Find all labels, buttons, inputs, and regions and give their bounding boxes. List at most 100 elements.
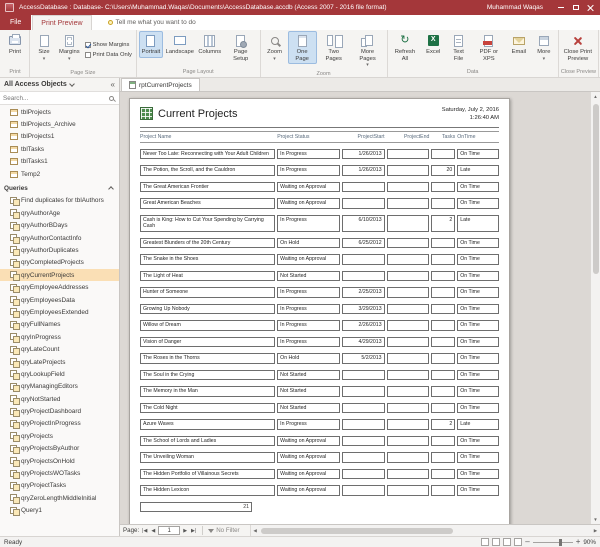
export-pdf-xps-button[interactable]: PDF or XPS bbox=[472, 31, 506, 64]
close-button[interactable] bbox=[583, 0, 598, 15]
nav-object-item[interactable]: qryLookupField bbox=[0, 368, 119, 380]
nav-object-item[interactable]: qryProjectTasks bbox=[0, 480, 119, 492]
file-tab[interactable]: File bbox=[0, 15, 31, 30]
export-text-file-button[interactable]: Text File bbox=[446, 31, 471, 64]
landscape-button[interactable]: Landscape bbox=[164, 31, 196, 58]
nav-object-item[interactable]: qryNotStarted bbox=[0, 393, 119, 405]
export-excel-button[interactable]: Excel bbox=[421, 31, 445, 58]
layout-view-button[interactable] bbox=[503, 538, 511, 546]
zoom-in-button[interactable]: + bbox=[576, 538, 581, 546]
scroll-right-button[interactable] bbox=[591, 528, 600, 534]
ribbon-group-label-print: Print bbox=[3, 68, 27, 77]
horizontal-scrollbar[interactable] bbox=[250, 525, 600, 536]
nav-object-item[interactable]: Queries bbox=[0, 182, 119, 194]
design-view-button[interactable] bbox=[514, 538, 522, 546]
object-icon bbox=[10, 470, 18, 478]
nav-object-item[interactable]: qryAuthorDuplicates bbox=[0, 244, 119, 256]
print-button[interactable]: Print bbox=[3, 31, 27, 58]
print-preview-view-button[interactable] bbox=[492, 538, 500, 546]
zoom-out-button[interactable]: – bbox=[525, 538, 529, 546]
minimize-button[interactable] bbox=[553, 0, 568, 15]
size-button[interactable]: Size bbox=[32, 31, 56, 64]
nav-object-item[interactable]: qryProjectDashboard bbox=[0, 405, 119, 417]
project-name-cell: Great American Beaches bbox=[140, 198, 275, 209]
more-pages-button[interactable]: More Pages bbox=[351, 31, 385, 70]
nav-object-item[interactable]: tblTasks bbox=[0, 143, 119, 155]
nav-object-item[interactable]: qryCurrentProjects bbox=[0, 269, 119, 281]
zoom-percentage[interactable]: 90% bbox=[583, 539, 596, 546]
show-margins-checkbox[interactable]: Show Margins bbox=[85, 42, 132, 48]
nav-object-item[interactable]: qryProjectsOnHold bbox=[0, 455, 119, 467]
nav-object-item[interactable]: qryProjectsWOTasks bbox=[0, 467, 119, 479]
nav-object-item[interactable]: Query1 bbox=[0, 505, 119, 517]
navigation-pane-header[interactable]: All Access Objects « bbox=[0, 78, 119, 92]
page-setup-button[interactable]: Page Setup bbox=[224, 31, 258, 64]
nav-object-item[interactable]: qryFullNames bbox=[0, 319, 119, 331]
margins-button[interactable]: Margins bbox=[57, 31, 82, 64]
close-print-preview-button[interactable]: Close Print Preview bbox=[561, 31, 595, 64]
tab-rptcurrentprojects[interactable]: rptCurrentProjects bbox=[121, 78, 200, 91]
portrait-button[interactable]: Portrait bbox=[139, 31, 163, 58]
search-input[interactable] bbox=[3, 95, 107, 102]
previous-page-button[interactable]: ◀ bbox=[150, 528, 156, 534]
next-page-button[interactable]: ▶ bbox=[182, 528, 188, 534]
last-page-button[interactable]: ▶| bbox=[190, 528, 197, 534]
nav-object-item[interactable]: qryInProgress bbox=[0, 331, 119, 343]
maximize-icon bbox=[573, 5, 579, 10]
ribbon-group-data: Refresh All Excel Text File PDF or XPS E… bbox=[388, 30, 559, 77]
more-export-button[interactable]: More bbox=[532, 31, 556, 64]
navigation-object-list: tblProjects tblProjects_Archive tblProje… bbox=[0, 105, 119, 536]
nav-object-item[interactable]: qryCompletedProjects bbox=[0, 257, 119, 269]
zoom-button[interactable]: Zoom bbox=[263, 31, 287, 64]
one-page-button[interactable]: One Page bbox=[288, 31, 317, 64]
two-pages-button[interactable]: Two Pages bbox=[318, 31, 350, 64]
nav-object-item[interactable]: qryZeroLengthMiddleInitial bbox=[0, 492, 119, 504]
nav-object-item[interactable]: qryProjectInProgress bbox=[0, 418, 119, 430]
nav-object-item[interactable]: tblTasks1 bbox=[0, 156, 119, 168]
nav-object-item[interactable]: qryManagingEditors bbox=[0, 381, 119, 393]
nav-object-item[interactable]: qryAuthorContactInfo bbox=[0, 232, 119, 244]
nav-object-item[interactable]: Find duplicates for tblAuthors bbox=[0, 195, 119, 207]
current-page-input[interactable]: 1 bbox=[158, 526, 180, 535]
zoom-slider[interactable] bbox=[533, 542, 573, 543]
nav-object-item[interactable]: tblProjects_Archive bbox=[0, 118, 119, 130]
scroll-left-button[interactable] bbox=[251, 528, 260, 534]
shutter-bar-icon[interactable]: « bbox=[111, 80, 115, 89]
nav-object-item[interactable]: tblProjects bbox=[0, 106, 119, 118]
nav-object-item[interactable]: qryEmployeesExtended bbox=[0, 306, 119, 318]
maximize-button[interactable] bbox=[568, 0, 583, 15]
refresh-all-button[interactable]: Refresh All bbox=[390, 31, 421, 64]
vertical-scrollbar[interactable] bbox=[590, 92, 600, 524]
nav-object-item[interactable]: qryAuthorAge bbox=[0, 207, 119, 219]
scroll-up-button[interactable] bbox=[591, 92, 600, 101]
nav-object-item[interactable]: qryLateCount bbox=[0, 343, 119, 355]
project-status-cell: In Progress bbox=[277, 304, 340, 315]
object-icon bbox=[10, 494, 18, 502]
nav-object-item[interactable]: qryEmployeesData bbox=[0, 294, 119, 306]
zoom-slider-thumb[interactable] bbox=[559, 539, 562, 546]
report-view-button[interactable] bbox=[481, 538, 489, 546]
vertical-scroll-thumb[interactable] bbox=[593, 104, 599, 274]
horizontal-scroll-thumb[interactable] bbox=[261, 528, 453, 534]
tell-me-box[interactable]: Tell me what you want to do bbox=[108, 15, 196, 30]
nav-object-item[interactable]: qryEmployeeAddresses bbox=[0, 281, 119, 293]
project-name-cell: Growing Up Nobody bbox=[140, 304, 275, 315]
nav-object-item[interactable]: Temp2 bbox=[0, 168, 119, 180]
tab-print-preview[interactable]: Print Preview bbox=[32, 15, 91, 30]
nav-object-item[interactable]: tblProjects1 bbox=[0, 131, 119, 143]
scroll-down-button[interactable] bbox=[591, 515, 600, 524]
nav-object-item[interactable]: qryProjects bbox=[0, 430, 119, 442]
email-button[interactable]: Email bbox=[507, 31, 531, 58]
first-page-button[interactable]: |◀ bbox=[141, 528, 148, 534]
filter-status[interactable]: No Filter bbox=[216, 527, 239, 534]
nav-object-item[interactable]: qryLateProjects bbox=[0, 356, 119, 368]
print-data-only-checkbox[interactable]: Print Data Only bbox=[85, 52, 132, 58]
project-start-cell bbox=[342, 370, 385, 381]
page-setup-icon bbox=[236, 33, 245, 48]
account-name[interactable]: Muhammad Waqas bbox=[487, 4, 543, 11]
columns-button[interactable]: Columns bbox=[197, 31, 223, 58]
nav-object-item[interactable]: qryAuthorBDays bbox=[0, 220, 119, 232]
report-page[interactable]: Current Projects Saturday, July 2, 2016 … bbox=[129, 98, 510, 524]
nav-object-item[interactable]: qryProjectsByAuthor bbox=[0, 443, 119, 455]
navigation-search[interactable] bbox=[0, 92, 119, 105]
